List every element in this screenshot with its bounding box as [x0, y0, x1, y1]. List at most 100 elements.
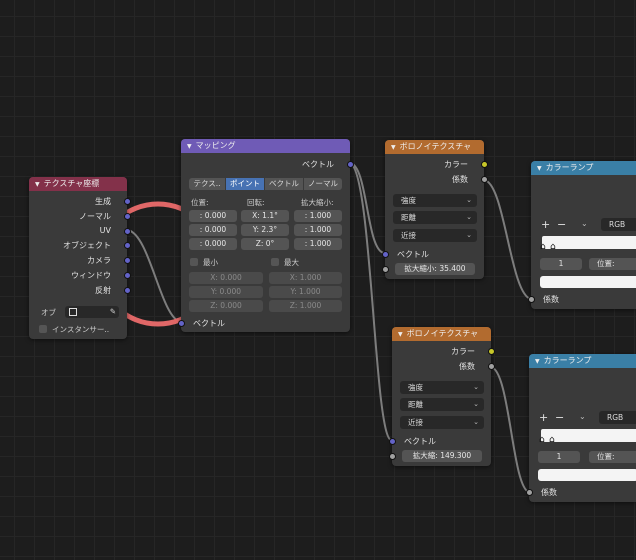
node-header[interactable]: ▼ カラーランプ	[531, 161, 636, 175]
socket-normal[interactable]	[124, 213, 131, 220]
scale-field[interactable]: 拡大縮小: 35.400	[395, 263, 475, 275]
node-header[interactable]: ▼ カラーランプ	[529, 354, 636, 368]
feature-dropdown[interactable]: 強度 ⌄	[400, 381, 484, 394]
scale-z-field[interactable]: : 1.000	[294, 238, 342, 250]
socket-factor-in[interactable]	[528, 296, 535, 303]
min-y-field: Y: 0.000	[189, 286, 263, 298]
max-checkbox[interactable]	[271, 258, 279, 266]
eyedropper-icon[interactable]: ✎	[110, 306, 116, 318]
collapse-arrow-icon[interactable]: ▼	[537, 162, 542, 175]
socket-scale-in[interactable]	[382, 266, 389, 273]
remove-stop-button[interactable]: −	[557, 218, 566, 231]
remove-stop-button[interactable]: −	[555, 411, 564, 424]
socket-color-out[interactable]	[481, 161, 488, 168]
node-header[interactable]: ▼ マッピング	[181, 139, 350, 153]
location-x-field[interactable]: : 0.000	[189, 210, 237, 222]
socket-uv[interactable]	[124, 228, 131, 235]
node-header[interactable]: ▼ ボロノイテクスチャ	[392, 327, 491, 341]
coloring-dropdown[interactable]: 近接 ⌄	[393, 229, 477, 242]
socket-color-out[interactable]	[488, 348, 495, 355]
node-title: ボロノイテクスチャ	[406, 329, 479, 338]
color-stop-handle[interactable]: ⌂	[540, 242, 546, 252]
scale-x-field[interactable]: : 1.000	[294, 210, 342, 222]
output-factor: 係数	[459, 362, 475, 371]
min-z-field: Z: 0.000	[189, 300, 263, 312]
color-mode-dropdown[interactable]: RGB	[599, 411, 636, 424]
add-stop-button[interactable]: +	[541, 218, 550, 231]
voronoi-texture-node-2[interactable]: ▼ ボロノイテクスチャ カラー 係数 強度 ⌄ 距離 ⌄ 近接 ⌄ ベクトル 拡大縮: …	[389, 327, 495, 466]
color-ramp-gradient[interactable]	[542, 236, 636, 249]
color-mode-dropdown[interactable]: RGB	[601, 218, 636, 231]
socket-generated[interactable]	[124, 198, 131, 205]
distance-dropdown[interactable]: 距離 ⌄	[400, 398, 484, 411]
scale-field[interactable]: 拡大縮: 149.300	[402, 450, 482, 462]
mapping-node[interactable]: ▼ マッピング ベクトル テクス.. ポイント ベクトル ノーマル 位置: 回転:…	[178, 139, 354, 332]
socket-factor-in[interactable]	[526, 489, 533, 496]
object-picker[interactable]: ✎	[65, 306, 119, 318]
input-factor-label: 係数	[541, 488, 557, 497]
max-label: 最大	[284, 258, 299, 267]
active-stop-index[interactable]: 1	[538, 451, 580, 463]
socket-factor-out[interactable]	[481, 176, 488, 183]
socket-scale-in[interactable]	[389, 453, 396, 460]
tab-point[interactable]: ポイント	[226, 178, 264, 190]
stop-position-field[interactable]: 位置:	[589, 451, 636, 463]
collapse-arrow-icon[interactable]: ▼	[35, 178, 40, 191]
feature-dropdown[interactable]: 強度 ⌄	[393, 194, 477, 207]
location-z-field[interactable]: : 0.000	[189, 238, 237, 250]
distance-dropdown[interactable]: 距離 ⌄	[393, 211, 477, 224]
socket-vector-in[interactable]	[382, 251, 389, 258]
active-stop-index[interactable]: 1	[540, 258, 582, 270]
chevron-down-icon: ⌄	[473, 400, 479, 408]
output-normal: ノーマル	[79, 212, 111, 221]
coloring-dropdown[interactable]: 近接 ⌄	[400, 416, 484, 429]
voronoi-texture-node-1[interactable]: ▼ ボロノイテクスチャ カラー 係数 強度 ⌄ 距離 ⌄ 近接 ⌄ ベクトル 拡大縮小:…	[382, 140, 488, 279]
position-label: 位置:	[597, 452, 615, 461]
instancer-checkbox[interactable]	[39, 325, 47, 333]
color-stop-handle[interactable]: ⌂	[550, 242, 556, 252]
rotation-y-field[interactable]: Y: 2.3°	[241, 224, 289, 236]
stop-color-swatch[interactable]	[540, 276, 636, 288]
rotation-z-field[interactable]: Z: 0°	[241, 238, 289, 250]
texture-coordinate-node[interactable]: ▼ テクスチャ座標 生成 ノーマル UV オブジェクト カメラ ウィンドウ 反射 …	[29, 177, 131, 339]
tab-normal[interactable]: ノーマル	[304, 178, 342, 190]
node-header[interactable]: ▼ ボロノイテクスチャ	[385, 140, 484, 154]
output-color: カラー	[451, 347, 475, 356]
socket-vector-out[interactable]	[347, 161, 354, 168]
collapse-arrow-icon[interactable]: ▼	[187, 140, 192, 153]
node-title: カラーランプ	[545, 163, 594, 172]
rotation-x-field[interactable]: X: 1.1°	[241, 210, 289, 222]
coloring-value: 近接	[401, 231, 416, 240]
socket-camera[interactable]	[124, 257, 131, 264]
socket-window[interactable]	[124, 272, 131, 279]
socket-factor-out[interactable]	[488, 363, 495, 370]
color-stop-handle[interactable]: ⌂	[549, 435, 555, 445]
socket-reflection[interactable]	[124, 287, 131, 294]
tab-texture[interactable]: テクス..	[189, 178, 225, 190]
socket-vector-in[interactable]	[389, 438, 396, 445]
color-stop-handle[interactable]: ⌂	[539, 435, 545, 445]
color-ramp-node-1[interactable]: ▼ カラーランプ + − ⌄ RGB ⌂ ⌂ 1 位置: 係数	[528, 161, 636, 309]
color-ramp-gradient[interactable]	[541, 429, 636, 442]
stop-position-field[interactable]: 位置:	[589, 258, 636, 270]
collapse-arrow-icon[interactable]: ▼	[398, 328, 403, 341]
add-stop-button[interactable]: +	[539, 411, 548, 424]
socket-object[interactable]	[124, 242, 131, 249]
max-y-field: Y: 1.000	[269, 286, 342, 298]
collapse-arrow-icon[interactable]: ▼	[391, 141, 396, 154]
min-checkbox[interactable]	[190, 258, 198, 266]
collapse-arrow-icon[interactable]: ▼	[535, 355, 540, 368]
node-editor-canvas[interactable]: ▼ テクスチャ座標 生成 ノーマル UV オブジェクト カメラ ウィンドウ 反射 …	[0, 0, 636, 560]
color-ramp-node-2[interactable]: ▼ カラーランプ + − ⌄ RGB ⌂ ⌂ 1 位置: 係数	[526, 354, 636, 502]
max-x-field: X: 1.000	[269, 272, 342, 284]
output-camera: カメラ	[87, 256, 111, 265]
node-header[interactable]: ▼ テクスチャ座標	[29, 177, 127, 191]
socket-vector-in[interactable]	[178, 320, 185, 327]
chevron-down-icon[interactable]: ⌄	[581, 219, 588, 228]
scale-y-field[interactable]: : 1.000	[294, 224, 342, 236]
location-y-field[interactable]: : 0.000	[189, 224, 237, 236]
link-voronoi1-to-ramp1	[483, 179, 532, 300]
chevron-down-icon[interactable]: ⌄	[579, 412, 586, 421]
stop-color-swatch[interactable]	[538, 469, 636, 481]
tab-vector[interactable]: ベクトル	[265, 178, 303, 190]
